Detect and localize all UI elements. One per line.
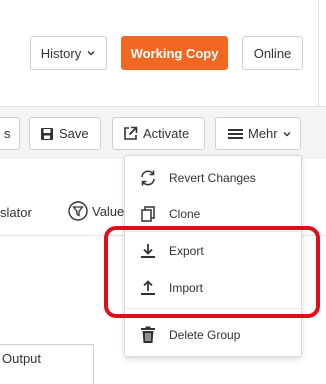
menu-divider bbox=[125, 231, 301, 232]
menu-item-clone[interactable]: Clone bbox=[125, 199, 303, 229]
more-dropdown-menu: Revert Changes Clone Export Import Delet… bbox=[124, 155, 302, 357]
menu-item-label: Import bbox=[169, 281, 204, 295]
menu-item-import[interactable]: Import bbox=[125, 273, 303, 303]
menu-item-delete-group[interactable]: Delete Group bbox=[125, 320, 303, 350]
output-panel[interactable]: Output bbox=[0, 344, 94, 384]
history-label: History bbox=[40, 45, 82, 61]
online-button[interactable]: Online bbox=[242, 36, 303, 70]
history-button[interactable]: History bbox=[30, 36, 107, 70]
online-label: Online bbox=[253, 45, 292, 61]
clone-icon bbox=[141, 206, 155, 222]
partial-toolbar-label: s bbox=[4, 126, 11, 141]
save-icon bbox=[41, 127, 53, 140]
chevron-down-icon bbox=[87, 51, 95, 56]
save-button[interactable]: Save bbox=[29, 117, 101, 150]
more-label: Mehr bbox=[248, 126, 278, 141]
import-icon bbox=[141, 280, 155, 295]
output-label: Output bbox=[2, 351, 42, 366]
filter-icon bbox=[68, 201, 88, 221]
external-link-icon bbox=[124, 126, 138, 140]
value-filter-tab[interactable]: Value bbox=[68, 201, 124, 221]
menu-item-label: Delete Group bbox=[169, 328, 241, 342]
menu-divider bbox=[125, 308, 301, 309]
translator-tab[interactable]: slator bbox=[0, 205, 32, 220]
save-label: Save bbox=[59, 126, 89, 141]
revert-icon bbox=[141, 170, 155, 186]
value-label: Value bbox=[92, 203, 125, 219]
activate-button[interactable]: Activate bbox=[112, 117, 205, 150]
working-copy-button[interactable]: Working Copy bbox=[121, 36, 228, 70]
working-copy-label: Working Copy bbox=[130, 45, 219, 61]
header-edge bbox=[318, 0, 319, 108]
menu-item-export[interactable]: Export bbox=[125, 236, 303, 266]
activate-label: Activate bbox=[143, 126, 190, 141]
menu-item-label: Export bbox=[169, 244, 204, 258]
partial-toolbar-button[interactable]: s bbox=[0, 117, 20, 150]
chevron-down-icon bbox=[283, 131, 291, 136]
menu-item-revert-changes[interactable]: Revert Changes bbox=[125, 163, 303, 193]
hamburger-icon bbox=[228, 128, 243, 139]
more-button[interactable]: Mehr bbox=[215, 117, 301, 150]
menu-item-label: Clone bbox=[169, 207, 201, 221]
export-icon bbox=[141, 244, 155, 258]
trash-icon bbox=[141, 326, 155, 343]
menu-item-label: Revert Changes bbox=[169, 171, 256, 185]
